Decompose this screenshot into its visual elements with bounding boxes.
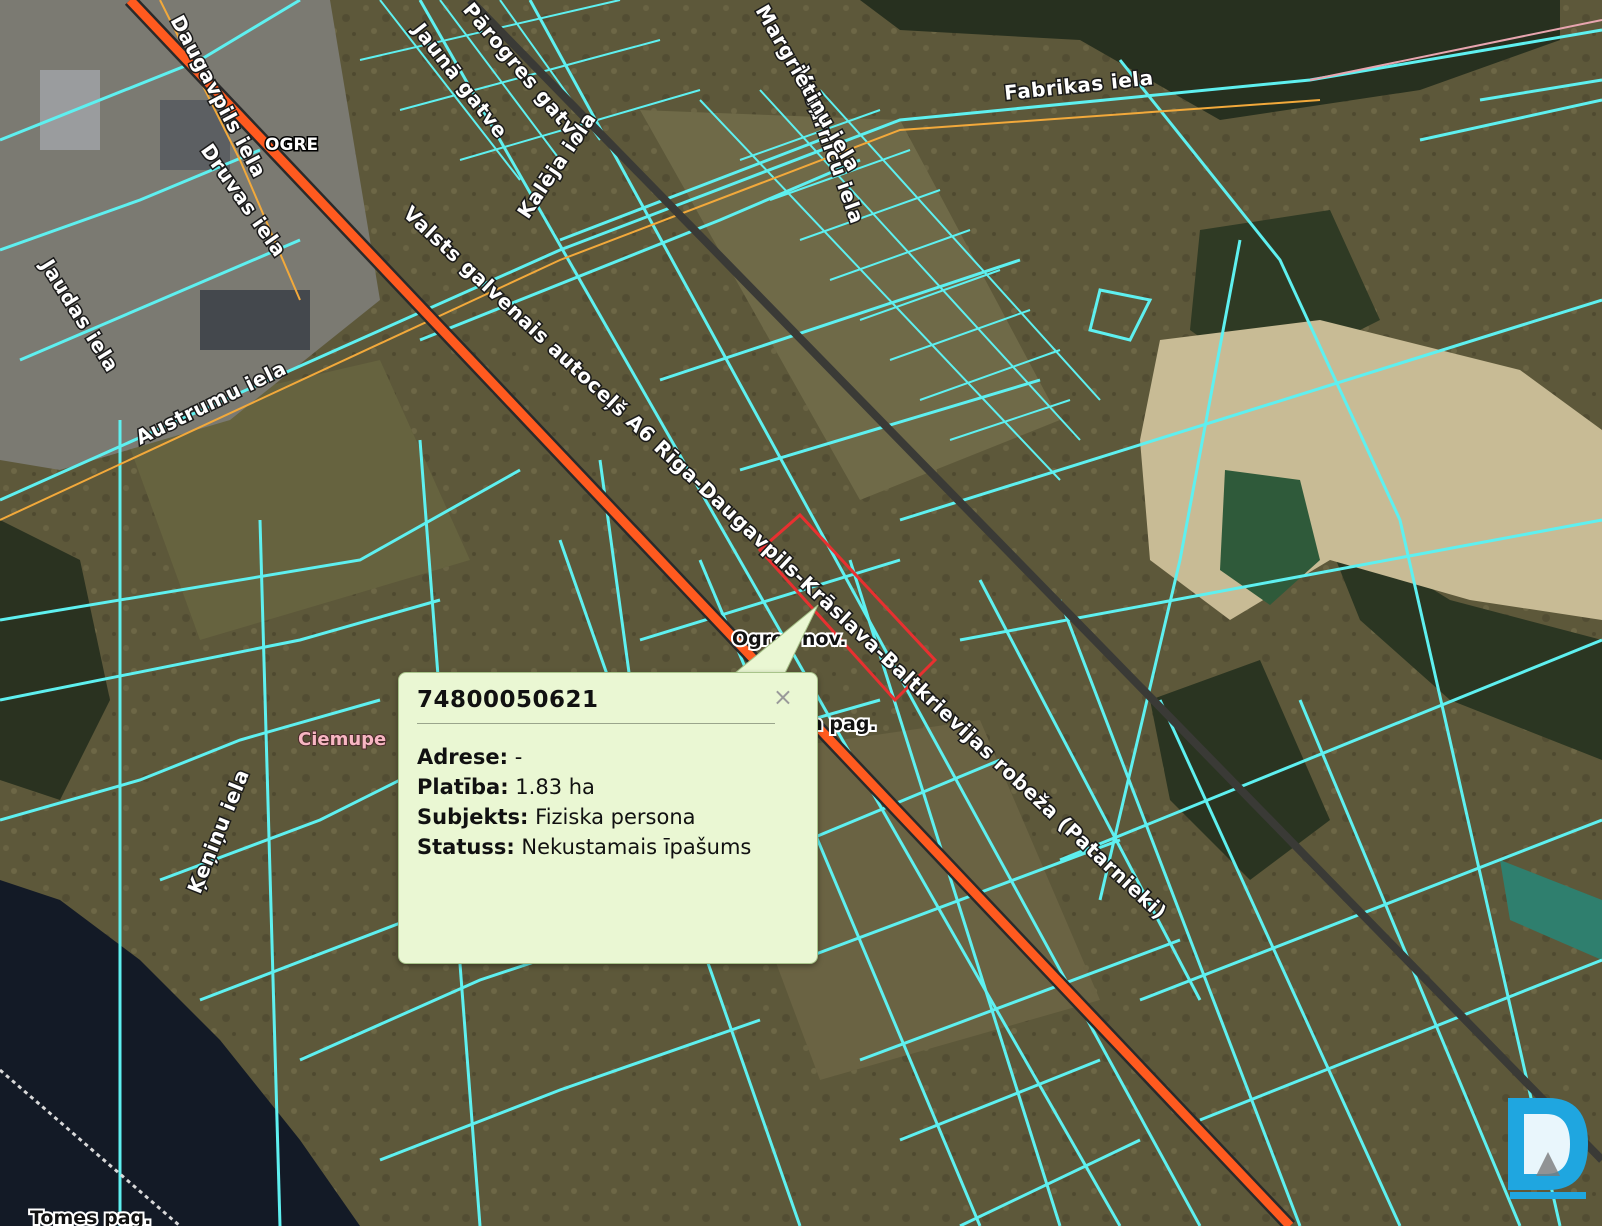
address-row: Adrese: - xyxy=(417,742,799,772)
status-key: Statuss: xyxy=(417,835,515,859)
city-label: OGRE xyxy=(265,135,318,155)
parish-label: a pag. xyxy=(810,713,877,735)
subject-value: Fiziska persona xyxy=(535,805,696,829)
parcel-info-popup: 74800050621 × Adrese: - Platība: 1.83 ha… xyxy=(398,672,818,964)
parish-label-bottom: Tomes pag. xyxy=(30,1207,151,1226)
address-key: Adrese: xyxy=(417,745,509,769)
address-value: - xyxy=(514,745,523,769)
d-logo-icon xyxy=(1508,1098,1588,1199)
building xyxy=(40,70,100,150)
area-key: Platība: xyxy=(417,775,509,799)
area-row: Platība: 1.83 ha xyxy=(417,772,799,802)
satellite-map[interactable]: Daugavpils iela Druvas iela Valsts galve… xyxy=(0,0,1602,1226)
status-value: Nekustamais īpašums xyxy=(521,835,752,859)
status-row: Statuss: Nekustamais īpašums xyxy=(417,832,799,862)
municipality-label: Ogres nov. xyxy=(732,628,847,650)
close-icon[interactable]: × xyxy=(773,685,793,709)
subject-row: Subjekts: Fiziska persona xyxy=(417,802,799,832)
subject-key: Subjekts: xyxy=(417,805,529,829)
parcel-cadastre-number: 74800050621 xyxy=(417,687,775,724)
area-value: 1.83 ha xyxy=(515,775,595,799)
building xyxy=(200,290,310,350)
village-label: Ciemupe xyxy=(298,729,386,750)
